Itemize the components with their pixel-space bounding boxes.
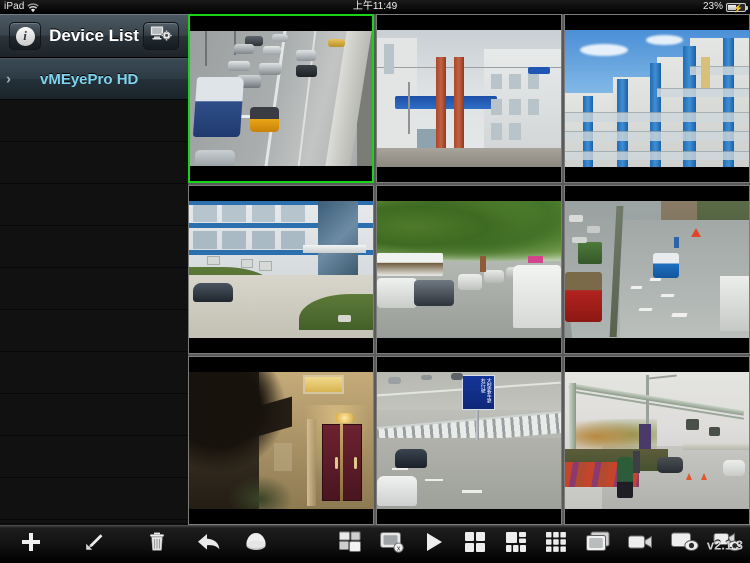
- page-title: Device List: [49, 25, 139, 45]
- video-cell-2[interactable]: [376, 14, 562, 183]
- grid-9-icon: [545, 531, 567, 558]
- window-close-icon: x: [379, 530, 407, 559]
- single-window-icon: [585, 530, 611, 559]
- video-scene-apartment-blocks: [565, 30, 749, 167]
- sidebar-header: i Device List: [0, 14, 188, 58]
- device-name: vMEyePro HD: [40, 70, 139, 88]
- back-arrow-icon: [196, 530, 224, 559]
- video-cell-4[interactable]: [188, 185, 374, 354]
- back-button[interactable]: [188, 529, 231, 561]
- record-button[interactable]: [620, 529, 663, 561]
- edit-device-button[interactable]: [73, 530, 115, 560]
- info-icon: i: [15, 26, 35, 46]
- ptz-dome-icon: [243, 530, 269, 559]
- play-button[interactable]: [413, 529, 455, 561]
- chevron-right-icon: ›: [6, 70, 11, 88]
- app-root: iPad 上午11:49 23% ⚡ i Device List › vMEye…: [0, 0, 750, 563]
- close-window-button[interactable]: x: [372, 529, 414, 561]
- delete-device-button[interactable]: [136, 530, 178, 560]
- trash-icon: [147, 531, 167, 558]
- svg-text:x: x: [396, 546, 400, 553]
- app-version-label: v2.1.3: [706, 537, 743, 552]
- windows-open-icon: [338, 530, 364, 559]
- pencil-icon: [83, 531, 105, 558]
- grid-4-icon: [464, 531, 486, 558]
- video-scene-night-house-entrance: [189, 372, 373, 509]
- device-list-empty-rows: [0, 100, 188, 523]
- add-device-button[interactable]: [10, 530, 52, 560]
- layout-4-button[interactable]: [455, 529, 495, 561]
- device-list-toolbar: [0, 525, 188, 563]
- video-cell-1[interactable]: [188, 14, 374, 183]
- video-cell-8[interactable]: 大型客车靠右行驶: [376, 356, 562, 525]
- device-list-item-vmeyepro-hd[interactable]: › vMEyePro HD: [0, 58, 188, 100]
- video-cell-6[interactable]: [564, 185, 750, 354]
- camcorder-icon: [627, 531, 655, 558]
- video-scene-office-entrance: [189, 201, 373, 338]
- video-toolbar: x v2.1.3: [188, 525, 750, 563]
- snapshot-view-button[interactable]: [663, 529, 706, 561]
- sidebar: i Device List › vMEyePro HD: [0, 14, 188, 525]
- video-scene-divided-highway: [565, 201, 749, 338]
- battery-charging-icon: ⚡: [726, 2, 748, 13]
- layout-1-button[interactable]: [576, 529, 619, 561]
- status-bar-clock: 上午11:49: [352, 1, 398, 12]
- status-bar: iPad 上午11:49 23% ⚡: [0, 0, 750, 14]
- video-cell-5[interactable]: [376, 185, 562, 354]
- video-cell-3[interactable]: [564, 14, 750, 183]
- plus-icon: [20, 531, 42, 558]
- play-icon: [423, 530, 445, 559]
- video-cell-9[interactable]: [564, 356, 750, 525]
- video-scene-building-orange-pillars: [377, 30, 561, 167]
- video-grid: 大型客车靠右行驶: [188, 14, 750, 525]
- info-button[interactable]: i: [9, 22, 41, 50]
- ptz-button[interactable]: [231, 529, 279, 561]
- road-sign: 大型客车靠右行驶: [461, 374, 495, 411]
- video-scene-street-traffic: [377, 201, 561, 338]
- device-config-button[interactable]: [143, 22, 179, 50]
- monitor-settings-icon: [150, 25, 173, 47]
- status-bar-right: 23% ⚡: [702, 0, 748, 14]
- video-cell-7[interactable]: [188, 356, 374, 525]
- grid-6-icon: [505, 531, 527, 558]
- battery-percent-label: 23%: [702, 1, 723, 12]
- layout-9-button[interactable]: [536, 529, 576, 561]
- video-scene-highway-traffic: [190, 30, 372, 167]
- open-all-windows-button[interactable]: [330, 529, 372, 561]
- video-scene-road-gantry-cyclist: [565, 372, 749, 509]
- video-scene-curved-highway-roadsign: 大型客车靠右行驶: [377, 372, 561, 509]
- snapshot-eye-icon: [670, 530, 700, 559]
- layout-6-button[interactable]: [496, 529, 536, 561]
- device-list: › vMEyePro HD: [0, 58, 188, 100]
